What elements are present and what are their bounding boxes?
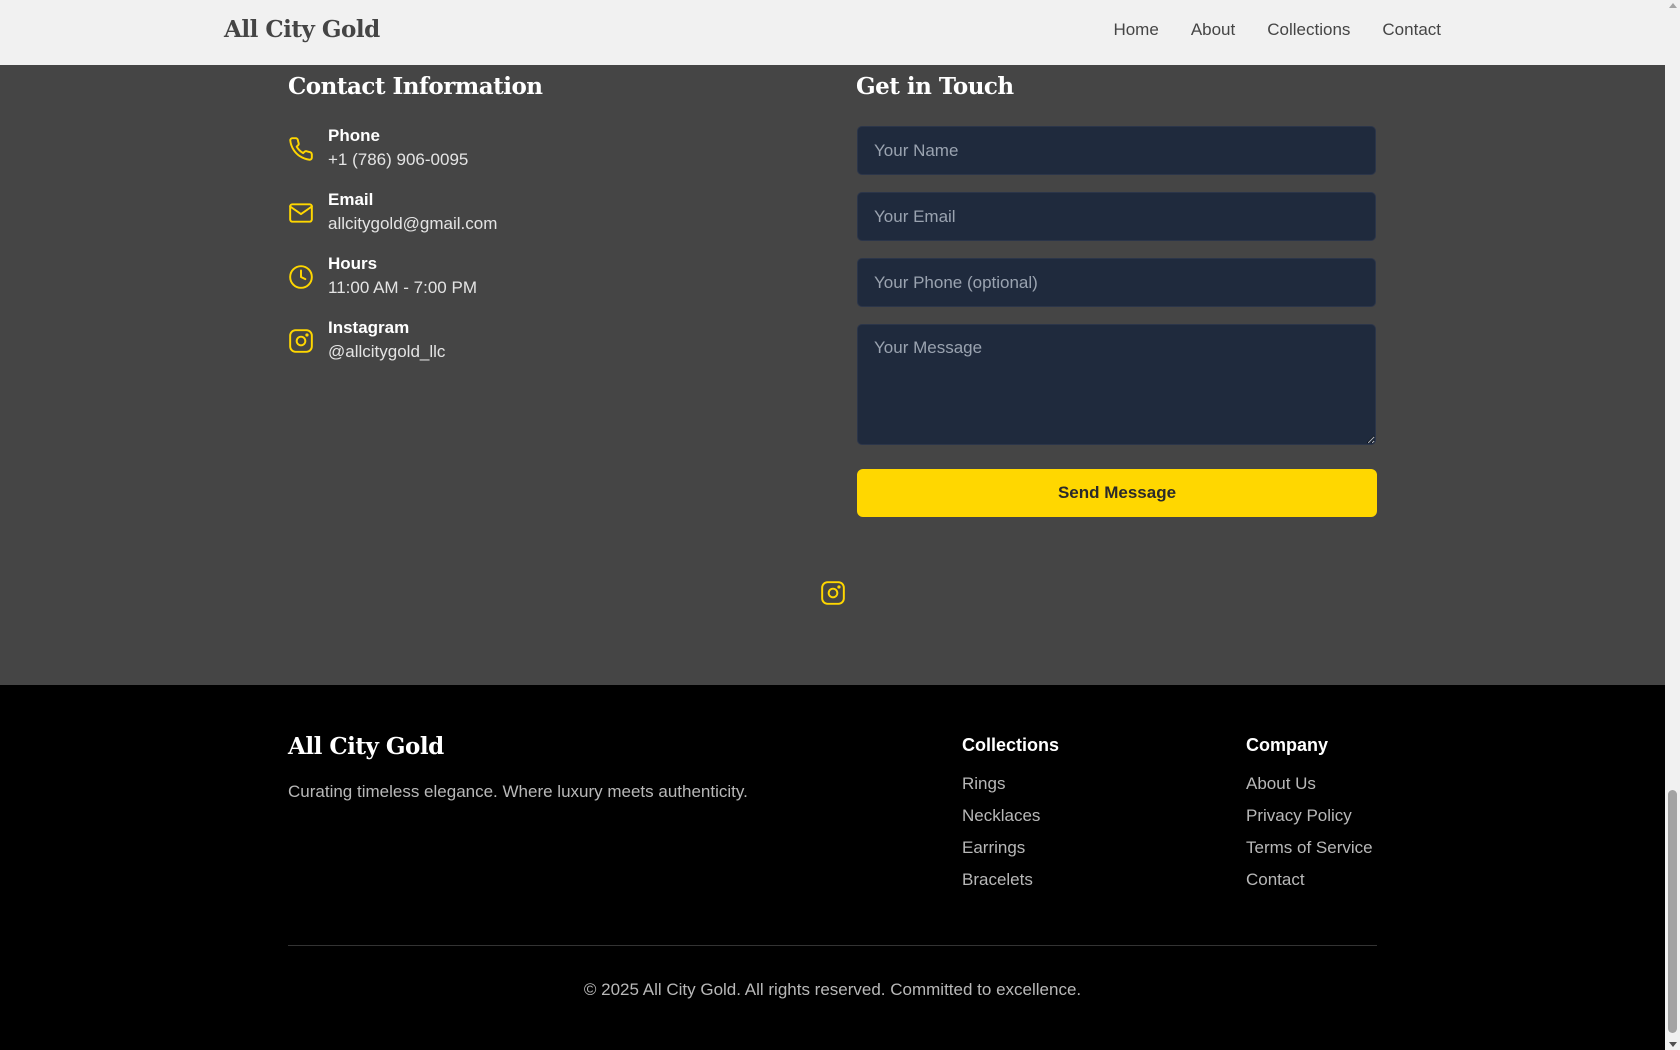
contact-section: Contact Information Phone +1 (786) 906-0… [0,65,1665,685]
phone-icon [289,137,313,161]
instagram-icon [289,329,313,353]
instagram-info: Instagram @allcitygold_llc [288,318,748,368]
nav-collections-link[interactable]: Collections [1267,20,1350,40]
footer-company-column: Company About Us Privacy Policy Terms of… [1246,735,1373,902]
site-header: All City Gold Home About Collections Con… [0,0,1665,65]
footer-link-necklaces[interactable]: Necklaces [962,806,1059,838]
footer-divider [288,945,1377,946]
footer-link-bracelets[interactable]: Bracelets [962,870,1059,902]
scrollbar-thumb[interactable] [1668,790,1677,1033]
footer-link-terms-of-service[interactable]: Terms of Service [1246,838,1373,870]
page: All City Gold Home About Collections Con… [0,0,1665,1050]
email-input[interactable] [857,192,1376,241]
nav-about-link[interactable]: About [1191,20,1235,40]
instagram-label: Instagram [328,318,410,337]
footer-collections-column: Collections Rings Necklaces Earrings Bra… [962,735,1059,902]
footer-collections-heading: Collections [962,735,1060,755]
footer-link-contact[interactable]: Contact [1246,870,1373,902]
footer-tagline: Curating timeless elegance. Where luxury… [288,782,748,801]
contact-info-heading: Contact Information [288,73,543,100]
site-footer: All City Gold Curating timeless elegance… [0,685,1665,1050]
mail-icon [289,203,313,223]
footer-link-about-us[interactable]: About Us [1246,774,1373,806]
phone-input[interactable] [857,258,1376,307]
name-input[interactable] [857,126,1376,175]
message-textarea[interactable] [857,324,1376,445]
nav-home-link[interactable]: Home [1113,20,1158,40]
copyright-text: © 2025 All City Gold. All rights reserve… [583,980,1082,999]
brand-logo[interactable]: All City Gold [224,16,380,43]
email-info: Email allcitygold@gmail.com [288,190,748,240]
nav-contact-link[interactable]: Contact [1382,20,1441,40]
main-nav: Home About Collections Contact [1113,20,1441,40]
instagram-handle[interactable]: @allcitygold_llc [328,342,445,362]
hours-value: 11:00 AM - 7:00 PM [328,278,477,297]
footer-link-privacy-policy[interactable]: Privacy Policy [1246,806,1373,838]
hours-info: Hours 11:00 AM - 7:00 PM [288,254,748,304]
clock-icon [289,265,313,289]
page-scrollbar[interactable] [1665,0,1680,1050]
email-value: allcitygold@gmail.com [328,214,498,233]
footer-brand: All City Gold [288,733,444,760]
footer-link-rings[interactable]: Rings [962,774,1059,806]
phone-info: Phone +1 (786) 906-0095 [288,126,748,176]
footer-company-heading: Company [1246,735,1329,755]
instagram-social-icon[interactable] [820,580,846,606]
hours-label: Hours [328,254,378,273]
send-message-button[interactable]: Send Message [857,469,1377,517]
email-label: Email [328,190,374,209]
phone-label: Phone [328,126,380,145]
phone-value: +1 (786) 906-0095 [328,150,469,169]
footer-link-earrings[interactable]: Earrings [962,838,1059,870]
get-in-touch-heading: Get in Touch [856,73,1014,100]
scroll-down-arrow-icon[interactable] [1669,1042,1677,1047]
scroll-up-arrow-icon[interactable] [1669,3,1677,8]
